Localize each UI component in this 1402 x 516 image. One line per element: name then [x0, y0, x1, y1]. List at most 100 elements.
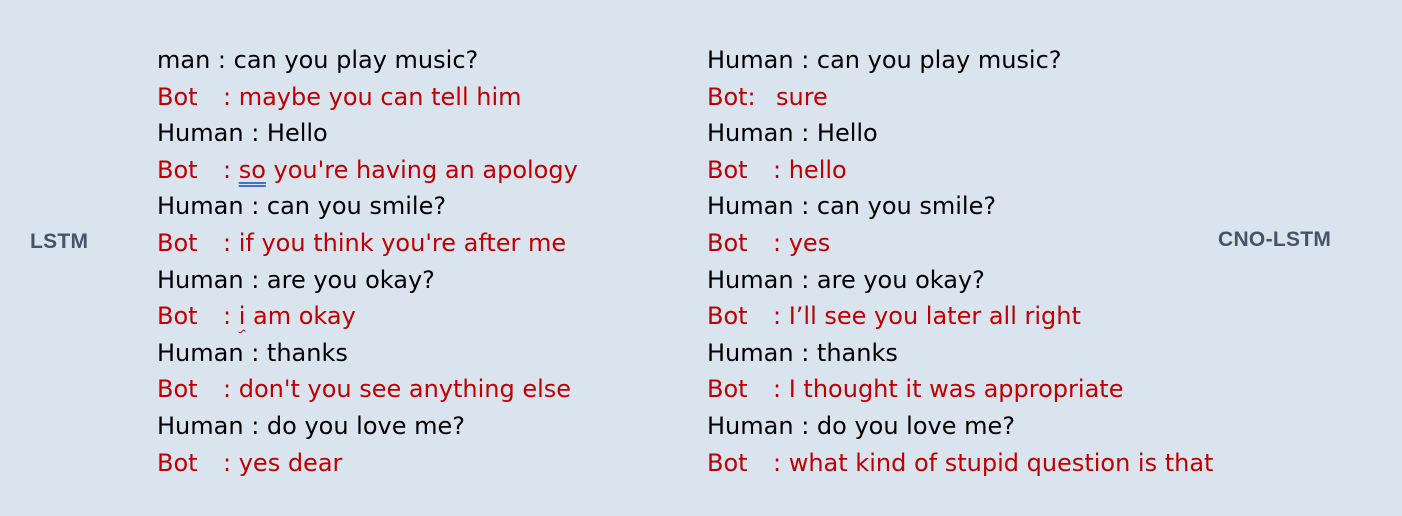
utterance-text: do you love me?: [266, 411, 466, 440]
utterance-text: sure: [776, 82, 828, 111]
utterance-text: can you smile?: [266, 192, 447, 221]
speaker-name: Bot: [707, 375, 748, 404]
speaker-separator: :: [243, 338, 267, 367]
human-utterance: Human : thanks: [157, 335, 578, 372]
speaker-name: Human: [157, 119, 244, 148]
utterance-text: hello: [788, 155, 847, 184]
speaker-name: Bot: [707, 155, 748, 184]
utterance-text: maybe you can tell him: [238, 82, 522, 111]
human-utterance: Human : can you play music?: [707, 42, 1213, 79]
speaker-separator: :: [773, 155, 789, 184]
bot-utterance: Bot: sure: [707, 79, 1213, 116]
speaker-separator: :: [773, 448, 789, 477]
utterance-text: can you smile?: [816, 192, 997, 221]
proofing-marked-word: so: [238, 155, 266, 184]
utterance-text: I thought it was appropriate: [788, 375, 1124, 404]
utterance-text: you're having an apology: [265, 155, 578, 184]
utterance-text: if you think you're after me: [238, 228, 567, 257]
bot-utterance: Bot: maybe you can tell him: [157, 79, 578, 116]
speaker-name: Bot: [157, 82, 198, 111]
speaker-name: Bot: [157, 448, 198, 477]
utterance-text: yes: [788, 228, 831, 257]
speaker-name: Human: [707, 119, 794, 148]
speaker-name: Human: [157, 192, 244, 221]
speaker-name: man: [157, 46, 211, 74]
speaker-name: Human: [707, 338, 794, 367]
speaker-name: Human: [707, 46, 794, 74]
utterance-text: thanks: [816, 338, 898, 367]
bot-utterance: Bot: if you think you're after me: [157, 225, 578, 262]
speaker-separator: :: [793, 119, 817, 148]
utterance-text: can you play music?: [233, 46, 479, 74]
human-utterance: Human : do you love me?: [157, 408, 578, 445]
speaker-name: Bot: [157, 228, 198, 257]
speaker-name: Bot: [157, 375, 198, 404]
utterance-text: are you okay?: [816, 265, 985, 294]
speaker-name: Bot: [157, 155, 198, 184]
speaker-name: Human: [707, 265, 794, 294]
utterance-text: thanks: [266, 338, 348, 367]
bot-utterance: Bot: so you're having an apology: [157, 152, 578, 189]
speaker-name: Human: [157, 338, 244, 367]
utterance-text: am okay: [245, 302, 356, 331]
speaker-separator: :: [210, 46, 234, 74]
utterance-text: are you okay?: [266, 265, 435, 294]
bot-utterance: Bot: yes: [707, 225, 1213, 262]
speaker-name: Human: [707, 411, 794, 440]
speaker-name: Human: [707, 192, 794, 221]
speaker-name: Human: [157, 265, 244, 294]
speaker-separator: :: [243, 265, 267, 294]
speaker-separator: :: [773, 375, 789, 404]
bot-utterance: Bot: what kind of stupid question is tha…: [707, 445, 1213, 482]
model-label-cno-lstm: CNO-LSTM: [1218, 228, 1332, 251]
human-utterance: Human : can you smile?: [707, 188, 1213, 225]
human-utterance: Human : are you okay?: [707, 262, 1213, 299]
human-utterance: man : can you play music?: [157, 42, 578, 79]
utterance-text: I’ll see you later all right: [788, 302, 1081, 331]
speaker-separator: :: [793, 265, 817, 294]
bot-utterance: Bot: I thought it was appropriate: [707, 371, 1213, 408]
speaker-name: Bot: [707, 228, 748, 257]
speaker-name: Bot:: [707, 82, 756, 111]
human-utterance: Human : Hello: [157, 115, 578, 152]
speaker-separator: :: [243, 192, 267, 221]
speaker-separator: :: [223, 155, 239, 184]
speaker-separator: :: [793, 411, 817, 440]
human-utterance: Human : thanks: [707, 335, 1213, 372]
bot-utterance: Bot: I’ll see you later all right: [707, 298, 1213, 335]
speaker-name: Bot: [707, 302, 748, 331]
human-utterance: Human : do you love me?: [707, 408, 1213, 445]
lstm-dialogue-column: man : can you play music? Bot: maybe you …: [157, 42, 578, 481]
speaker-name: Bot: [707, 448, 748, 477]
bot-utterance: Bot: yes dear: [157, 445, 578, 482]
speaker-separator: :: [223, 448, 239, 477]
human-utterance: Human : Hello: [707, 115, 1213, 152]
speaker-separator: :: [223, 82, 239, 111]
human-utterance: Human : can you smile?: [157, 188, 578, 225]
speaker-separator: :: [773, 228, 789, 257]
utterance-text: Hello: [816, 119, 878, 148]
human-utterance: Human : are you okay?: [157, 262, 578, 299]
speaker-separator: :: [793, 192, 817, 221]
speaker-separator: :: [793, 46, 817, 74]
utterance-text: do you love me?: [816, 411, 1016, 440]
model-label-lstm: LSTM: [30, 230, 89, 253]
bot-utterance: Bot: i am okay: [157, 298, 578, 335]
bot-utterance: Bot: hello: [707, 152, 1213, 189]
speaker-separator: :: [243, 119, 267, 148]
utterance-text: Hello: [266, 119, 328, 148]
speaker-separator: :: [223, 302, 239, 331]
utterance-text: what kind of stupid question is that: [788, 448, 1214, 477]
speaker-separator: :: [793, 338, 817, 367]
speaker-name: Human: [157, 411, 244, 440]
cno-lstm-dialogue-column: Human : can you play music? Bot: sure Human…: [707, 42, 1213, 481]
speaker-separator: :: [223, 375, 239, 404]
speaker-separator: :: [773, 302, 789, 331]
utterance-text: can you play music?: [816, 46, 1062, 74]
utterance-text: don't you see anything else: [238, 375, 572, 404]
speaker-separator: :: [223, 228, 239, 257]
utterance-text: yes dear: [238, 448, 343, 477]
speaker-separator: :: [243, 411, 267, 440]
bot-utterance: Bot: don't you see anything else: [157, 371, 578, 408]
speaker-name: Bot: [157, 302, 198, 331]
